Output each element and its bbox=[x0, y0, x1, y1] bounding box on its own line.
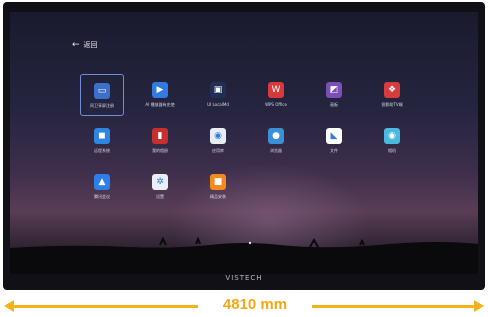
display-device: ← 返回 ▭ 同卫享屏注册 ▶ AI 播放器有史使 ▣ UI LocalMd W WPS Of… bbox=[3, 2, 485, 290]
whiteboard-icon: ◩ bbox=[326, 82, 342, 98]
app-label: 文件 bbox=[330, 148, 338, 153]
dimension-label: 4810 mm bbox=[222, 296, 288, 313]
app-label: 精品安装 bbox=[210, 194, 226, 199]
gear-icon: ✲ bbox=[152, 174, 168, 190]
camera-icon: ◉ bbox=[384, 128, 400, 144]
app-label: 腾讯会议 bbox=[94, 194, 110, 199]
app-label: 同卫享屏注册 bbox=[90, 103, 114, 108]
wps-icon: W bbox=[268, 82, 284, 98]
app-tile[interactable]: ◉ 应用库 bbox=[196, 120, 240, 162]
app-tile[interactable]: ◩ 画板 bbox=[312, 74, 356, 116]
app-label: 相机 bbox=[388, 148, 396, 153]
album-icon: ▮ bbox=[152, 128, 168, 144]
browser-icon: ● bbox=[268, 128, 284, 144]
brand-logo: VISTECH bbox=[225, 274, 263, 282]
play-icon: ▶ bbox=[152, 82, 168, 98]
app-store-icon: ◉ bbox=[210, 128, 226, 144]
app-label: 远程系统 bbox=[94, 148, 110, 153]
back-label: 返回 bbox=[83, 41, 98, 49]
app-tile[interactable]: ▣ UI LocalMd bbox=[196, 74, 240, 116]
app-tile[interactable]: ● 浏览器 bbox=[254, 120, 298, 162]
launcher-screen: ← 返回 ▭ 同卫享屏注册 ▶ AI 播放器有史使 ▣ UI LocalMd W WPS Of… bbox=[10, 12, 478, 274]
app-tile[interactable]: ▲ 腾讯会议 bbox=[80, 166, 124, 208]
app-label: 投影助TV端 bbox=[381, 102, 403, 107]
cast-icon: ▭ bbox=[94, 83, 110, 99]
file-icon: ▣ bbox=[210, 82, 226, 98]
width-dimension: 4810 mm bbox=[0, 296, 488, 316]
app-tile[interactable]: ◣ 文件 bbox=[312, 120, 356, 162]
app-tile[interactable]: ◉ 相机 bbox=[370, 120, 414, 162]
app-label: AI 播放器有史使 bbox=[145, 102, 175, 107]
mirror-icon: ❖ bbox=[384, 82, 400, 98]
meeting-icon: ◼ bbox=[94, 128, 110, 144]
app-tile[interactable]: W WPS Office bbox=[254, 74, 298, 116]
app-tile[interactable]: ✲ 设置 bbox=[138, 166, 182, 208]
app-tile[interactable]: ❖ 投影助TV端 bbox=[370, 74, 414, 116]
app-label: WPS Office bbox=[265, 102, 287, 107]
app-tile[interactable]: ◼ 远程系统 bbox=[80, 120, 124, 162]
arrow-right-icon bbox=[474, 300, 484, 312]
app-tile[interactable]: ▭ 同卫享屏注册 bbox=[80, 74, 124, 116]
app-label: 应用库 bbox=[212, 148, 224, 153]
app-label: 画板 bbox=[330, 102, 338, 107]
back-arrow-icon: ← bbox=[72, 39, 80, 50]
horizon-landscape bbox=[10, 236, 478, 274]
app-label: 设置 bbox=[156, 194, 164, 199]
files-icon: ◣ bbox=[326, 128, 342, 144]
app-tile[interactable]: ▮ 我的相册 bbox=[138, 120, 182, 162]
app-label: UI LocalMd bbox=[207, 102, 229, 107]
app-label: 我的相册 bbox=[152, 148, 168, 153]
app-tile[interactable]: ■ 精品安装 bbox=[196, 166, 240, 208]
video-meeting-icon: ▲ bbox=[94, 174, 110, 190]
package-icon: ■ bbox=[210, 174, 226, 190]
app-label: 浏览器 bbox=[270, 148, 282, 153]
app-tile[interactable]: ▶ AI 播放器有史使 bbox=[138, 74, 182, 116]
back-button[interactable]: ← 返回 bbox=[72, 40, 98, 50]
